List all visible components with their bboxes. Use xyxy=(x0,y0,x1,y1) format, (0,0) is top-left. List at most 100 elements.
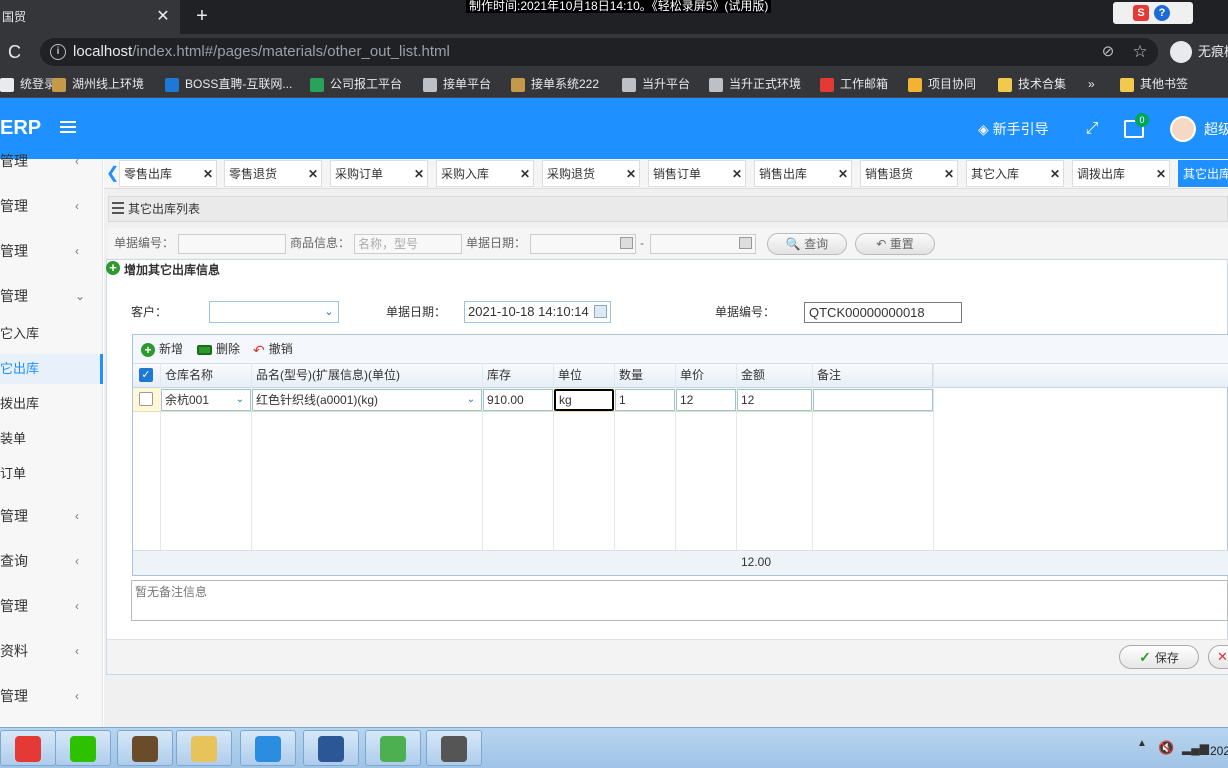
chevron-down-icon[interactable]: ⌄ xyxy=(464,391,478,409)
username[interactable]: 超级 xyxy=(1204,114,1228,144)
browser-tab[interactable]: 国贸 xyxy=(0,0,180,34)
bill-no-search-input[interactable] xyxy=(178,234,286,254)
tab-close-icon[interactable]: ✕ xyxy=(155,0,171,34)
bookmark-item[interactable]: 统登录 xyxy=(0,70,56,98)
chevron-down-icon[interactable]: ⌄ xyxy=(320,302,338,322)
page-tab[interactable]: 采购入库 ✕ xyxy=(436,160,534,187)
eye-off-icon[interactable]: ⊘ xyxy=(1098,42,1118,62)
sidebar-item[interactable]: 管理 ‹ xyxy=(0,591,103,621)
tab-close-icon[interactable]: ✕ xyxy=(414,161,424,188)
bookmark-item[interactable]: 当升平台 xyxy=(622,70,690,98)
column-header[interactable]: 单位 xyxy=(554,363,615,388)
tab-close-icon[interactable]: ✕ xyxy=(732,161,742,188)
delete-row-button[interactable]: 删除 xyxy=(197,338,240,360)
bookmark-item[interactable]: BOSS直聘-互联网... xyxy=(165,70,292,98)
query-button[interactable]: 🔍 查询 xyxy=(767,233,847,255)
tab-close-icon[interactable]: ✕ xyxy=(520,161,530,188)
qty-input[interactable]: 1 xyxy=(615,389,675,411)
column-header[interactable]: 金额 xyxy=(737,363,813,388)
bookmark-star-icon[interactable]: ☆ xyxy=(1130,42,1150,62)
new-tab-button[interactable]: + xyxy=(192,4,212,28)
sidebar-subitem[interactable]: 拨出库 xyxy=(0,389,103,419)
amount-input[interactable]: 12 xyxy=(737,389,812,411)
sogou-icon[interactable]: S xyxy=(1133,5,1149,21)
bookmark-item[interactable]: » xyxy=(1088,70,1095,98)
tab-close-icon[interactable]: ✕ xyxy=(308,161,318,188)
column-header[interactable]: 仓库名称 xyxy=(161,363,252,388)
row-checkbox[interactable] xyxy=(139,392,153,406)
sidebar-item[interactable]: 管理 ‹ xyxy=(0,191,103,221)
undo-button[interactable]: ↶ 撤销 xyxy=(253,338,293,360)
tab-close-icon[interactable]: ✕ xyxy=(626,161,636,188)
bill-number-input[interactable]: QTCK00000000018 xyxy=(804,302,962,323)
url-text[interactable]: localhost/index.html#/pages/materials/ot… xyxy=(73,38,450,66)
sidebar-subitem[interactable]: 订单 xyxy=(0,459,103,489)
column-header[interactable]: 单价 xyxy=(676,363,737,388)
page-tab[interactable]: 其它出库 xyxy=(1178,160,1228,187)
sidebar-item[interactable]: 资料 ‹ xyxy=(0,636,103,666)
sidebar-subitem[interactable]: 它入库 xyxy=(0,319,103,349)
remark-textarea[interactable]: 暂无备注信息 xyxy=(131,580,1228,621)
bookmark-item[interactable]: 其他书签 xyxy=(1120,70,1188,98)
chevron-down-icon[interactable]: ⌄ xyxy=(233,391,247,409)
column-header[interactable]: 库存 xyxy=(483,363,554,388)
tab-close-icon[interactable]: ✕ xyxy=(203,161,213,188)
column-header[interactable]: 数量 xyxy=(615,363,676,388)
guide-button[interactable]: ◈ 新手引导 xyxy=(978,114,1049,144)
close-icon[interactable]: ✕ xyxy=(1208,645,1228,669)
column-header[interactable]: 品名(型号)(扩展信息)(单位) xyxy=(252,363,483,388)
bill-date-input[interactable]: 2021-10-18 14:10:14 xyxy=(464,301,611,323)
help-icon[interactable]: ? xyxy=(1154,5,1170,21)
page-tab[interactable]: 其它入库 ✕ xyxy=(966,160,1064,187)
page-tab[interactable]: 销售订单 ✕ xyxy=(648,160,746,187)
sidebar-item[interactable]: 查询 ‹ xyxy=(0,546,103,576)
page-tab[interactable]: 销售出库 ✕ xyxy=(754,160,852,187)
page-tab[interactable]: 零售出库 ✕ xyxy=(119,160,217,187)
sidebar-subitem[interactable]: 它出库 xyxy=(0,354,103,384)
sidebar-item[interactable]: 管理 ‹ xyxy=(0,681,103,711)
unit-input[interactable]: kg xyxy=(554,389,614,411)
sidebar-subitem[interactable]: 装单 xyxy=(0,424,103,454)
add-row-button[interactable]: + 新增 xyxy=(141,338,183,360)
product-select[interactable]: 红色针织线(a0001)(kg) xyxy=(252,389,482,411)
sidebar-item[interactable]: 管理 ‹ xyxy=(0,501,103,531)
tab-close-icon[interactable]: ✕ xyxy=(944,161,954,188)
page-tab[interactable]: 零售退货 ✕ xyxy=(224,160,322,187)
page-tab[interactable]: 采购退货 ✕ xyxy=(542,160,640,187)
calendar-icon[interactable] xyxy=(739,237,752,249)
page-tab[interactable]: 调拨出库 ✕ xyxy=(1072,160,1170,187)
bookmark-item[interactable]: 接单系统222 xyxy=(511,70,599,98)
calendar-icon[interactable] xyxy=(594,305,607,318)
tab-close-icon[interactable]: ✕ xyxy=(838,161,848,188)
save-button[interactable]: ✓ 保存 xyxy=(1119,645,1199,669)
bookmark-item[interactable]: 当升正式环境 xyxy=(709,70,801,98)
tab-close-icon[interactable]: ✕ xyxy=(1050,161,1060,188)
column-header[interactable]: 备注 xyxy=(813,363,933,388)
goods-search-input[interactable]: 名称，型号 xyxy=(354,234,462,254)
sidebar-item[interactable]: 管理 ⌄ xyxy=(0,281,103,311)
info-icon[interactable]: i xyxy=(50,44,66,60)
tab-close-icon[interactable]: ✕ xyxy=(1156,161,1166,188)
bookmark-item[interactable]: 工作邮箱 xyxy=(820,70,888,98)
incognito-icon[interactable] xyxy=(1170,41,1192,63)
select-all-checkbox[interactable]: ✓ xyxy=(139,368,153,382)
bookmark-item[interactable]: 接单平台 xyxy=(423,70,491,98)
bookmark-item[interactable]: 技术合集 xyxy=(998,70,1066,98)
network-icon[interactable]: ▂▄▆ xyxy=(1182,740,1209,756)
volume-muted-icon[interactable]: 🔇 xyxy=(1158,740,1174,756)
page-tab[interactable]: 销售退货 ✕ xyxy=(860,160,958,187)
fullscreen-icon[interactable]: ⤢ xyxy=(1082,118,1102,140)
reset-button[interactable]: ↶ 重置 xyxy=(855,233,935,255)
sidebar-item[interactable]: 管理 ‹ xyxy=(0,146,103,176)
calendar-icon[interactable] xyxy=(620,237,633,249)
page-tab[interactable]: 采购订单 ✕ xyxy=(330,160,428,187)
remark-input[interactable] xyxy=(813,389,933,411)
reload-icon[interactable]: C xyxy=(8,40,28,64)
price-input[interactable]: 12 xyxy=(676,389,736,411)
menu-toggle-icon[interactable] xyxy=(60,118,76,138)
bookmark-item[interactable]: 项目协同 xyxy=(908,70,976,98)
bookmark-item[interactable]: 公司报工平台 xyxy=(310,70,402,98)
clock[interactable]: 202 xyxy=(1210,744,1228,758)
tray-expand-icon[interactable]: ▲ xyxy=(1137,738,1147,749)
bookmark-item[interactable]: 湖州线上环境 xyxy=(52,70,144,98)
